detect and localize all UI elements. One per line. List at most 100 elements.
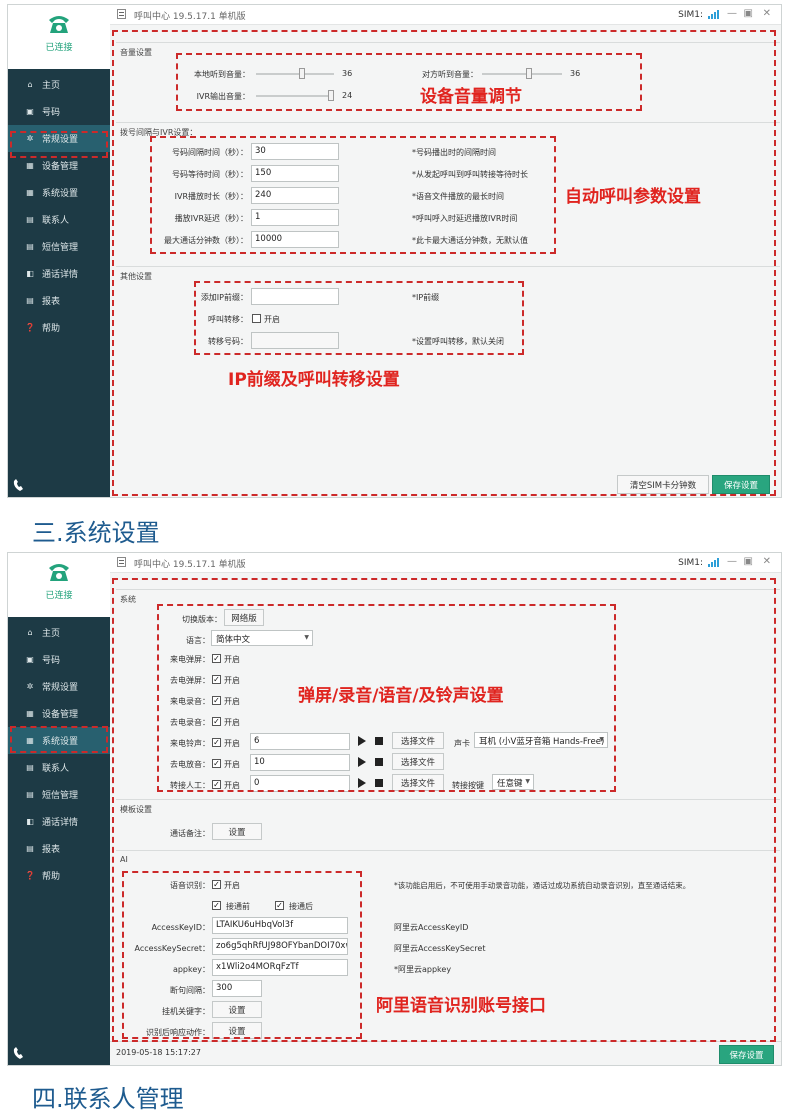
dial-row-input[interactable]: 30: [251, 143, 339, 160]
outcall-record-checkbox[interactable]: ✓: [212, 717, 221, 726]
ringtone-checkbox[interactable]: ✓: [212, 738, 221, 747]
maximize-icon[interactable]: ▣: [744, 8, 753, 19]
home-icon: ⌂: [27, 80, 33, 89]
incall-popup-checkbox[interactable]: ✓: [212, 654, 221, 663]
dial-row-input[interactable]: 150: [251, 165, 339, 182]
hangup-keyword-settings-button[interactable]: 设置: [212, 1001, 262, 1018]
dial-row-input[interactable]: 10000: [251, 231, 339, 248]
stop-icon[interactable]: [375, 758, 383, 766]
sidebar-item-call-detail[interactable]: ◧ 通话详情: [8, 808, 110, 835]
local-volume-knob[interactable]: [299, 68, 305, 79]
sidebar-item-system[interactable]: ▦ 系统设置: [8, 179, 110, 206]
section-title: 音量设置: [120, 48, 152, 57]
signal-icon: [708, 10, 719, 19]
clear-sim-minutes-button[interactable]: 清空SIM卡分钟数: [617, 475, 709, 494]
asr-label: 语音识别：: [170, 881, 210, 890]
section-title: 系统: [120, 595, 136, 604]
stop-icon[interactable]: [375, 737, 383, 745]
phone-handset-icon[interactable]: [12, 479, 28, 493]
sidebar-item-gear[interactable]: ✲ 常规设置: [8, 673, 110, 700]
before-answer-checkbox[interactable]: ✓: [212, 901, 221, 910]
sidebar-item-help[interactable]: ❓ 帮助: [8, 862, 110, 889]
network-version-button[interactable]: 网络版: [224, 609, 264, 626]
call-remark-settings-button[interactable]: 设置: [212, 823, 262, 840]
close-icon[interactable]: ✕: [763, 556, 771, 567]
sidebar-item-label: 常规设置: [42, 135, 79, 145]
sidebar-item-phone-number[interactable]: ▣ 号码: [8, 98, 110, 125]
play-icon[interactable]: [358, 757, 366, 767]
annotation-ai: 阿里语音识别账号接口: [376, 996, 546, 1016]
save-settings-button[interactable]: 保存设置: [712, 475, 770, 494]
transfer-key-select[interactable]: 任意键 ▼: [492, 774, 534, 790]
soundcard-select[interactable]: 耳机 (小V蓝牙音箱 Hands-Free) ▼: [474, 732, 608, 748]
outcall-record-on: 开启: [224, 718, 240, 727]
sidebar-item-gear[interactable]: ✲ 常规设置: [8, 125, 110, 152]
asr-checkbox[interactable]: ✓: [212, 880, 221, 889]
choose-file-button[interactable]: 选择文件: [392, 753, 444, 770]
sidebar-item-report[interactable]: ▤ 报表: [8, 287, 110, 314]
close-icon[interactable]: ✕: [763, 8, 771, 19]
sidebar-item-contacts[interactable]: ▤ 联系人: [8, 206, 110, 233]
pause-interval-input[interactable]: 300: [212, 980, 262, 997]
sidebar-item-sms[interactable]: ▤ 短信管理: [8, 233, 110, 260]
forward-number-hint: *设置呼叫转移，默认关闭: [412, 337, 504, 346]
sidebar-item-system[interactable]: ▦ 系统设置: [8, 727, 110, 754]
call-forward-checkbox[interactable]: [252, 314, 261, 323]
dial-row-label: 播放IVR延迟（秒）：: [174, 214, 248, 223]
ivr-volume-knob[interactable]: [328, 90, 334, 101]
ip-prefix-input[interactable]: [251, 288, 339, 305]
sidebar-item-label: 联系人: [42, 216, 70, 226]
ringtone-input[interactable]: 6: [250, 733, 350, 750]
sidebar-item-home[interactable]: ⌂ 主页: [8, 71, 110, 98]
local-volume-slider[interactable]: [256, 68, 334, 79]
access-key-secret-input[interactable]: zo6g5qhRfUJ98OFYbanDOI70xwzG: [212, 938, 348, 955]
help-icon: ❓: [25, 323, 35, 332]
remote-volume-slider[interactable]: [482, 68, 562, 79]
annotation-dial: 自动呼叫参数设置: [565, 187, 701, 207]
sidebar-item-phone-number[interactable]: ▣ 号码: [8, 646, 110, 673]
incall-record-checkbox[interactable]: ✓: [212, 696, 221, 705]
language-select[interactable]: 简体中文 ▼: [211, 630, 313, 646]
transfer-checkbox[interactable]: ✓: [212, 780, 221, 789]
sidebar-item-label: 设备管理: [42, 710, 79, 720]
minimize-icon[interactable]: —: [727, 8, 737, 19]
sidebar-item-label: 通话详情: [42, 270, 79, 280]
forward-number-input[interactable]: [251, 332, 339, 349]
transfer-input[interactable]: 0: [250, 775, 350, 792]
menu-icon[interactable]: [117, 557, 126, 567]
access-key-id-label: AccessKeyID：: [151, 923, 210, 932]
appkey-input[interactable]: x1Wli2o4MORqFzTf: [212, 959, 348, 976]
connection-status: 已连接: [45, 43, 73, 53]
choose-file-button[interactable]: 选择文件: [392, 732, 444, 749]
play-icon[interactable]: [358, 778, 366, 788]
sidebar-item-device[interactable]: ▦ 设备管理: [8, 152, 110, 179]
remote-volume-knob[interactable]: [526, 68, 532, 79]
stop-icon[interactable]: [375, 779, 383, 787]
save-settings-button[interactable]: 保存设置: [719, 1045, 774, 1064]
minimize-icon[interactable]: —: [727, 556, 737, 567]
sidebar-item-label: 短信管理: [42, 243, 79, 253]
access-key-id-input[interactable]: LTAIKU6uHbqVol3f: [212, 917, 348, 934]
sidebar-item-call-detail[interactable]: ◧ 通话详情: [8, 260, 110, 287]
sidebar-item-contacts[interactable]: ▤ 联系人: [8, 754, 110, 781]
dial-row-input[interactable]: 240: [251, 187, 339, 204]
sidebar-item-home[interactable]: ⌂ 主页: [8, 619, 110, 646]
title-bar: 呼叫中心 19.5.17.1 单机版 SIM1: — ▣ ✕: [110, 553, 781, 573]
play-icon[interactable]: [358, 736, 366, 746]
dial-row-input[interactable]: 1: [251, 209, 339, 226]
phone-handset-icon[interactable]: [12, 1047, 28, 1061]
outcall-record-label: 去电录音：: [170, 718, 210, 727]
outring-checkbox[interactable]: ✓: [212, 759, 221, 768]
outring-input[interactable]: 10: [250, 754, 350, 771]
menu-icon[interactable]: [117, 9, 126, 19]
choose-file-button[interactable]: 选择文件: [392, 774, 444, 791]
recognition-action-settings-button[interactable]: 设置: [212, 1022, 262, 1039]
after-answer-checkbox[interactable]: ✓: [275, 901, 284, 910]
sidebar-item-sms[interactable]: ▤ 短信管理: [8, 781, 110, 808]
sidebar-item-device[interactable]: ▦ 设备管理: [8, 700, 110, 727]
sidebar-item-help[interactable]: ❓ 帮助: [8, 314, 110, 341]
sidebar-item-report[interactable]: ▤ 报表: [8, 835, 110, 862]
maximize-icon[interactable]: ▣: [744, 556, 753, 567]
outcall-popup-checkbox[interactable]: ✓: [212, 675, 221, 684]
ivr-volume-slider[interactable]: [256, 90, 334, 101]
